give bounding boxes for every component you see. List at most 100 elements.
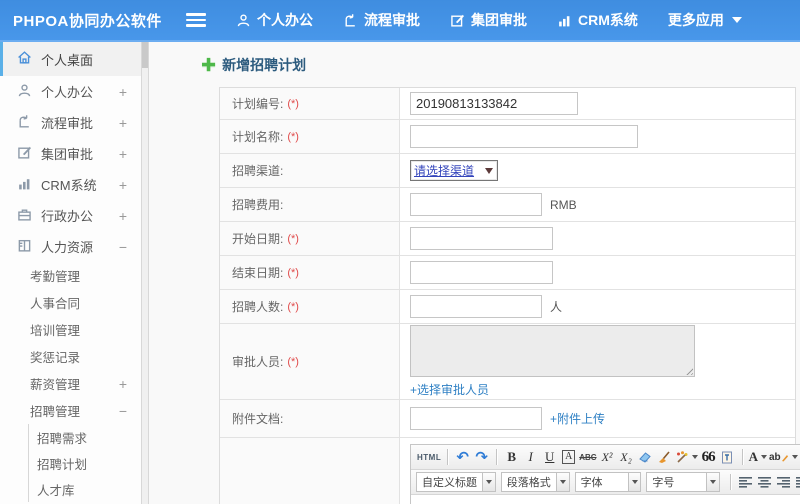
label-text: 招聘人数:	[232, 300, 284, 314]
paste-icon[interactable]	[719, 448, 736, 467]
person-icon	[236, 13, 251, 28]
bold-button[interactable]: B	[503, 448, 520, 467]
chart-icon	[557, 13, 572, 28]
expand-indicator[interactable]: +	[119, 146, 127, 162]
field-label: 审批人员: (*)	[220, 324, 400, 399]
field-label: 招聘人数: (*)	[220, 290, 400, 323]
redo-icon[interactable]: ↷	[473, 448, 490, 467]
plan-no-input[interactable]	[410, 92, 578, 115]
expand-indicator[interactable]: +	[119, 208, 127, 224]
caret-down-icon[interactable]	[556, 472, 570, 492]
superscript-button[interactable]: X²	[599, 448, 616, 467]
nav-workflow-approval[interactable]: 流程审批	[343, 10, 420, 30]
editor-content-area[interactable]	[411, 495, 800, 504]
top-nav-menu: 个人办公 流程审批 集团审批 CRM系统 更多应用	[236, 10, 742, 30]
select-approvers-link[interactable]: +选择审批人员	[410, 381, 489, 398]
label-text: 结束日期:	[232, 266, 284, 280]
end-date-input[interactable]	[410, 261, 553, 284]
expand-indicator[interactable]: +	[119, 115, 127, 131]
unit-suffix: 人	[550, 300, 563, 314]
font-color-button[interactable]: A	[749, 448, 767, 467]
field-label-empty	[220, 438, 400, 504]
html-source-button[interactable]: HTML	[417, 448, 441, 467]
sidebar-item-talent-pool[interactable]: 人才库	[29, 476, 141, 502]
nav-group-approval[interactable]: 集团审批	[450, 10, 527, 30]
align-center-button[interactable]	[756, 473, 773, 492]
align-right-button[interactable]	[775, 473, 792, 492]
page-title: 新增招聘计划	[222, 56, 307, 73]
sidebar-scrollbar[interactable]	[141, 42, 149, 504]
sidebar-item-rewards[interactable]: 奖惩记录	[0, 343, 141, 370]
font-family-select[interactable]: 字体	[574, 472, 629, 492]
blockquote-button[interactable]: 66	[700, 448, 717, 467]
align-justify-button[interactable]	[794, 473, 800, 492]
attachment-upload-link[interactable]: +附件上传	[550, 410, 605, 427]
sidebar-item-salary[interactable]: 薪资管理 +	[0, 370, 141, 397]
start-date-input[interactable]	[410, 227, 553, 250]
caret-down-icon	[760, 455, 767, 459]
form-row-approvers: 审批人员: (*) +选择审批人员	[220, 324, 795, 400]
sidebar-item-recruitment[interactable]: 招聘管理 −	[0, 397, 141, 424]
underline-button[interactable]: U	[541, 448, 558, 467]
caret-down-icon[interactable]	[628, 472, 642, 492]
sidebar-item-training[interactable]: 培训管理	[0, 316, 141, 343]
sidebar-item-crm[interactable]: CRM系统 +	[0, 169, 141, 200]
workflow-icon	[343, 13, 358, 28]
caret-down-icon	[691, 455, 698, 459]
expand-indicator[interactable]: −	[119, 239, 127, 255]
sidebar-item-admin-office[interactable]: 行政办公 +	[0, 200, 141, 231]
plan-name-input[interactable]	[410, 125, 638, 148]
main-area: 个人桌面 个人办公 + 流程审批 + 集团审批 + CRM系统 + 行政办公 +…	[0, 42, 800, 504]
strikethrough-button[interactable]: ABC	[579, 448, 596, 467]
caret-down-icon[interactable]	[483, 472, 496, 492]
sidebar-item-desktop[interactable]: 个人桌面	[0, 42, 141, 76]
sidebar-item-label: 奖惩记录	[30, 351, 81, 365]
italic-button[interactable]: I	[522, 448, 539, 467]
sidebar-item-attendance[interactable]: 考勤管理	[0, 262, 141, 289]
nav-more-apps[interactable]: 更多应用	[668, 10, 742, 30]
nav-item-label: 个人办公	[257, 12, 313, 28]
caret-down-icon[interactable]	[707, 472, 721, 492]
sidebar: 个人桌面 个人办公 + 流程审批 + 集团审批 + CRM系统 + 行政办公 +…	[0, 42, 141, 504]
text-highlight-button[interactable]: ab	[769, 448, 798, 467]
highlight-pen-icon[interactable]	[675, 448, 698, 467]
form-row-headcount: 招聘人数: (*) 人	[220, 290, 795, 324]
expand-indicator[interactable]: +	[119, 376, 127, 392]
sidebar-item-label: 个人办公	[41, 85, 94, 100]
sidebar-item-recruit-demand[interactable]: 招聘需求	[29, 424, 141, 450]
subscript-button[interactable]: X₂	[618, 448, 635, 467]
approvers-textarea[interactable]	[410, 325, 695, 377]
format-brush-icon[interactable]	[656, 448, 673, 467]
caret-down-icon	[485, 167, 493, 174]
resize-handle-icon[interactable]	[684, 366, 693, 375]
sidebar-item-hr[interactable]: 人力资源 −	[0, 231, 141, 262]
app-window: PHPOA协同办公软件 个人办公 流程审批 集团审批 CRM系统 更多应用 个人…	[0, 0, 800, 504]
sidebar-item-label: 培训管理	[30, 324, 81, 338]
nav-crm-system[interactable]: CRM系统	[557, 10, 638, 30]
expand-indicator[interactable]: +	[119, 84, 127, 100]
undo-icon[interactable]: ↶	[454, 448, 471, 467]
fee-input[interactable]	[410, 193, 542, 216]
align-left-button[interactable]	[737, 473, 754, 492]
caret-down-icon	[731, 17, 742, 23]
heading-select[interactable]: 自定义标题	[416, 472, 483, 492]
channel-select[interactable]: 请选择渠道	[410, 160, 498, 181]
headcount-input[interactable]	[410, 295, 542, 318]
sidebar-item-group-approval[interactable]: 集团审批 +	[0, 138, 141, 169]
nav-personal-office[interactable]: 个人办公	[236, 10, 313, 30]
expand-indicator[interactable]: −	[119, 403, 127, 419]
toolbar-separator	[447, 449, 449, 465]
char-border-button[interactable]: A	[562, 450, 576, 464]
expand-indicator[interactable]: +	[119, 177, 127, 193]
attachment-input[interactable]	[410, 407, 542, 430]
sidebar-item-recruit-plan[interactable]: 招聘计划	[29, 450, 141, 476]
add-icon: ✚	[201, 54, 217, 75]
required-mark: (*)	[287, 232, 299, 245]
paragraph-select[interactable]: 段落格式	[500, 472, 557, 492]
sidebar-item-hr-contract[interactable]: 人事合同	[0, 289, 141, 316]
sidebar-item-workflow-approval[interactable]: 流程审批 +	[0, 107, 141, 138]
eraser-icon[interactable]	[637, 448, 654, 467]
font-size-select[interactable]: 字号	[646, 472, 708, 492]
sidebar-item-personal-office[interactable]: 个人办公 +	[0, 76, 141, 107]
menu-toggle-icon[interactable]	[186, 13, 206, 27]
